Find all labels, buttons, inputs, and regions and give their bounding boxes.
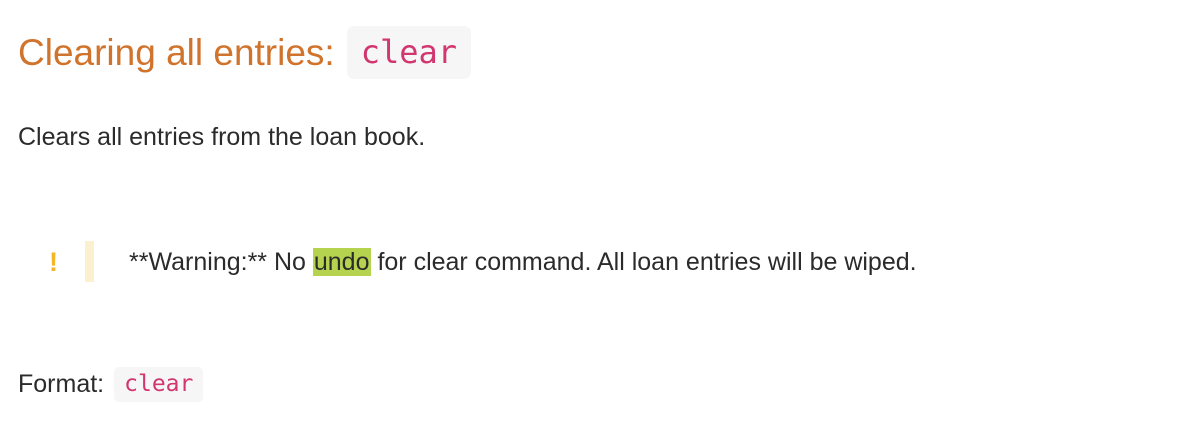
section-description: Clears all entries from the loan book.	[18, 123, 426, 151]
warning-text: **Warning:** No undo for clear command. …	[129, 244, 917, 280]
section-heading-text: Clearing all entries:	[18, 31, 335, 73]
format-line: Format: clear	[18, 366, 204, 402]
heading-code-snippet: clear	[346, 26, 472, 79]
callout-accent-bar	[85, 241, 94, 282]
warning-text-after: for clear command. All loan entries will…	[370, 248, 917, 276]
warning-callout: ! **Warning:** No undo for clear command…	[18, 241, 1168, 283]
warning-text-before: **Warning:** No	[129, 248, 313, 276]
section-heading: Clearing all entries: clear	[18, 26, 472, 79]
format-label: Format:	[18, 370, 105, 398]
exclamation-icon: !	[49, 247, 58, 277]
highlighted-word: undo	[312, 248, 371, 276]
format-code-snippet: clear	[114, 366, 204, 402]
